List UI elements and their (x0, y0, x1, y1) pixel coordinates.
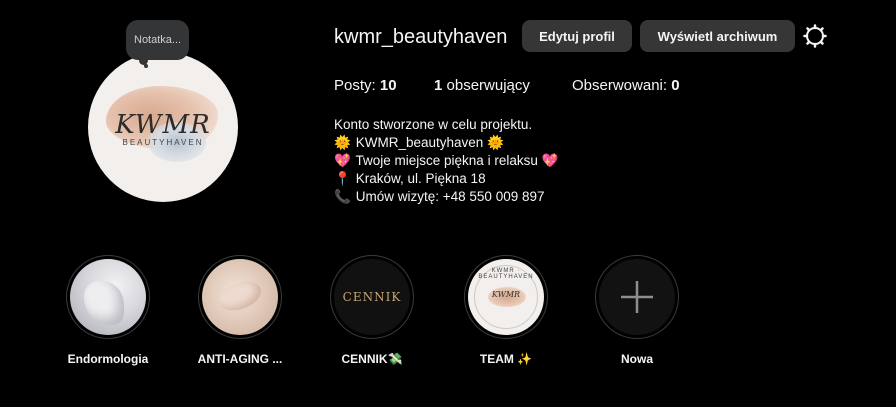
gear-icon[interactable] (803, 24, 827, 48)
following-count[interactable]: Obserwowani: 0 (572, 77, 680, 94)
heart-icon: 💖 (334, 153, 351, 168)
highlight-cover: KWMR · BEAUTYHAVEN KWMR (468, 259, 544, 335)
highlight-label: Nowa (620, 352, 653, 366)
highlight-cover (70, 259, 146, 335)
new-highlight-button[interactable] (595, 255, 679, 339)
profile-username: kwmr_beautyhaven (334, 26, 508, 48)
bio-line-text: Umów wizytę: +48 550 009 897 (352, 189, 545, 204)
heart-icon: 💖 (541, 153, 559, 168)
highlight-anti-aging[interactable] (198, 255, 282, 339)
bio-line: 💖 Twoje miejsce piękna i relaksu 💖 (334, 152, 558, 170)
bio-line: Konto stworzone w celu projektu. (334, 117, 533, 132)
posts-count: Posty: 10 (334, 77, 397, 94)
note-bubble-tail-small (144, 64, 148, 68)
sun-icon: 🌞 (487, 135, 504, 150)
highlight-cover-ring-text: KWMR · BEAUTYHAVEN (478, 268, 534, 280)
phone-icon: 📞 (334, 189, 351, 204)
posts-value: 10 (379, 77, 397, 94)
profile-avatar[interactable]: KWMR BEAUTYHAVEN (88, 52, 238, 202)
highlight-endormologia[interactable] (66, 255, 150, 339)
followers-label: obserwujący (442, 77, 530, 94)
profile-bio: Konto stworzone w celu projektu. 🌞 KWMR_… (334, 116, 558, 206)
highlight-team[interactable]: KWMR · BEAUTYHAVEN KWMR (464, 255, 548, 339)
following-label: Obserwowani: (572, 77, 672, 94)
note-bubble[interactable]: Notatka... (126, 20, 190, 60)
highlight-label: ANTI-AGING ... (197, 352, 283, 366)
bio-line: 🌞 KWMR_beautyhaven 🌞 (334, 134, 558, 152)
pin-icon: 📍 (334, 171, 351, 186)
bio-line: 📞 Umów wizytę: +48 550 009 897 (334, 188, 558, 206)
edit-profile-button[interactable]: Edytuj profil (522, 20, 632, 52)
highlight-cover: CENNIK (334, 259, 410, 335)
highlight-cover (202, 259, 278, 335)
highlight-cover-text: KWMR (491, 290, 521, 299)
posts-label: Posty: (334, 77, 380, 94)
followers-count[interactable]: 1 obserwujący (434, 77, 530, 94)
avatar-logo-subtext: BEAUTYHAVEN (122, 138, 204, 147)
bio-line-text: Twoje miejsce piękna i relaksu (352, 153, 542, 168)
bio-line-text: Kraków, ul. Piękna 18 (352, 171, 486, 186)
bio-line: 📍 Kraków, ul. Piękna 18 (334, 170, 558, 188)
highlight-cennik[interactable]: CENNIK (330, 255, 414, 339)
sun-icon: 🌞 (334, 135, 351, 150)
view-archive-button[interactable]: Wyświetl archiwum (640, 20, 795, 52)
plus-icon (599, 259, 675, 335)
highlight-label: TEAM ✨ (479, 352, 533, 366)
highlight-cover-text: CENNIK (342, 290, 402, 304)
highlight-label: CENNIK💸 (341, 352, 403, 366)
highlight-label: Endormologia (67, 352, 149, 366)
following-value: 0 (671, 77, 680, 94)
bio-line-text: KWMR_beautyhaven (352, 135, 488, 150)
avatar-logo-text: KWMR (115, 110, 211, 140)
